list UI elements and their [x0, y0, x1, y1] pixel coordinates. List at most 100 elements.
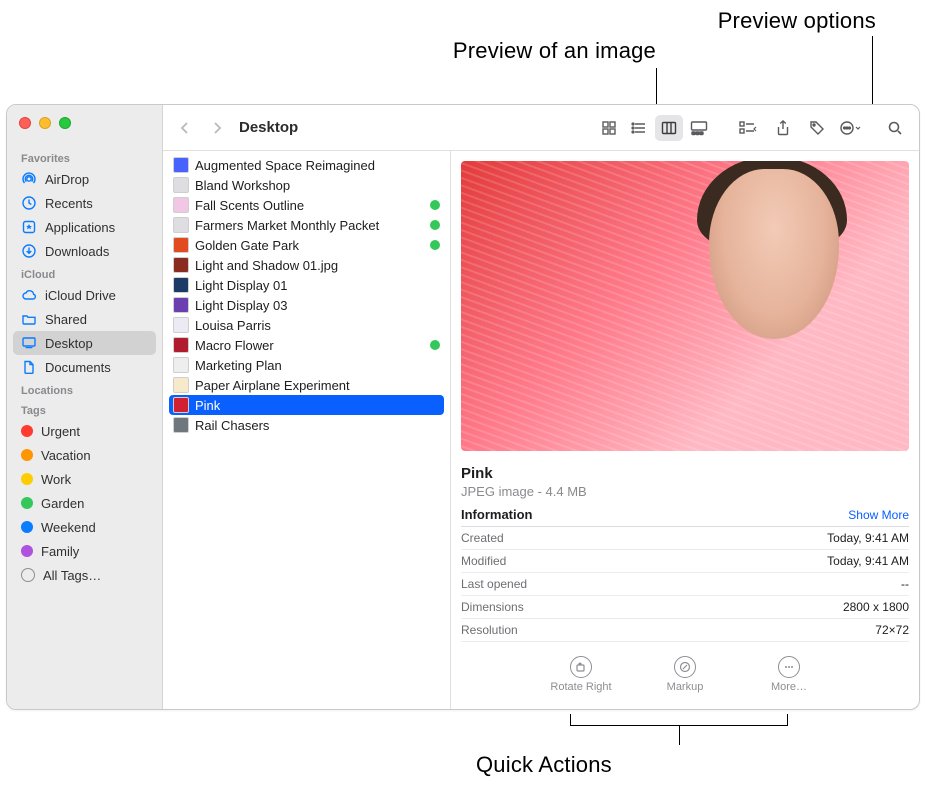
file-row[interactable]: Farmers Market Monthly Packet [163, 215, 450, 235]
file-thumbnail-icon [173, 337, 189, 353]
file-name-label: Louisa Parris [195, 318, 271, 333]
sidebar-item-airdrop[interactable]: AirDrop [7, 167, 162, 191]
sidebar-item-icloud-drive[interactable]: iCloud Drive [7, 283, 162, 307]
info-row-label: Modified [461, 554, 506, 568]
file-name-label: Rail Chasers [195, 418, 269, 433]
file-thumbnail-icon [173, 277, 189, 293]
file-row[interactable]: Golden Gate Park [163, 235, 450, 255]
sidebar-item-recents[interactable]: Recents [7, 191, 162, 215]
file-name-label: Pink [195, 398, 220, 413]
info-row-value: Today, 9:41 AM [827, 554, 909, 568]
file-row[interactable]: Macro Flower [163, 335, 450, 355]
file-row[interactable]: Light Display 01 [163, 275, 450, 295]
sidebar-tag-all[interactable]: All Tags… [7, 563, 162, 587]
file-row[interactable]: Rail Chasers [163, 415, 450, 435]
tag-indicator-icon [430, 200, 440, 210]
sidebar-item-desktop[interactable]: Desktop [13, 331, 156, 355]
quick-action-button[interactable]: Rotate Right [546, 656, 616, 693]
file-thumbnail-icon [173, 257, 189, 273]
clock-icon [21, 195, 37, 211]
sidebar-tag-vacation[interactable]: Vacation [7, 443, 162, 467]
sidebar-tag-weekend[interactable]: Weekend [7, 515, 162, 539]
file-thumbnail-icon [173, 217, 189, 233]
show-more-link[interactable]: Show More [848, 508, 909, 522]
file-name-label: Augmented Space Reimagined [195, 158, 375, 173]
maximize-button[interactable] [59, 117, 71, 129]
file-row[interactable]: Pink [169, 395, 444, 415]
file-row[interactable]: Fall Scents Outline [163, 195, 450, 215]
callout-preview-image: Preview of an image [453, 38, 656, 64]
file-thumbnail-icon [173, 297, 189, 313]
file-name-label: Farmers Market Monthly Packet [195, 218, 379, 233]
file-thumbnail-icon [173, 317, 189, 333]
file-row[interactable]: Marketing Plan [163, 355, 450, 375]
sidebar-item-shared[interactable]: Shared [7, 307, 162, 331]
view-mode-group [595, 115, 713, 141]
sidebar-tag-family[interactable]: Family [7, 539, 162, 563]
file-name-label: Macro Flower [195, 338, 274, 353]
column-view-button[interactable] [655, 115, 683, 141]
file-row[interactable]: Paper Airplane Experiment [163, 375, 450, 395]
group-by-button[interactable] [735, 115, 763, 141]
forward-button[interactable] [203, 115, 231, 141]
sidebar-item-label: Desktop [45, 336, 93, 351]
applications-icon [21, 219, 37, 235]
document-icon [21, 359, 37, 375]
cloud-icon [21, 287, 37, 303]
preview-file-subtitle: JPEG image - 4.4 MB [461, 484, 909, 499]
close-button[interactable] [19, 117, 31, 129]
sidebar-item-label: AirDrop [45, 172, 89, 187]
info-row-label: Created [461, 531, 504, 545]
file-name-label: Golden Gate Park [195, 238, 299, 253]
preview-info-row: Dimensions2800 x 1800 [461, 596, 909, 619]
quick-action-icon [778, 656, 800, 678]
sidebar: Favorites AirDrop Recents Applications D… [7, 105, 163, 709]
quick-action-button[interactable]: More… [754, 656, 824, 693]
downloads-icon [21, 243, 37, 259]
tag-dot-icon [21, 449, 33, 461]
share-button[interactable] [769, 115, 797, 141]
file-row[interactable]: Augmented Space Reimagined [163, 155, 450, 175]
icon-view-button[interactable] [595, 115, 623, 141]
gallery-view-button[interactable] [685, 115, 713, 141]
file-row[interactable]: Bland Workshop [163, 175, 450, 195]
file-name-label: Light Display 01 [195, 278, 288, 293]
preview-info-row: Created Today, 9:41 AM [461, 527, 909, 550]
back-button[interactable] [171, 115, 199, 141]
file-column: Augmented Space Reimagined Bland Workshop… [163, 151, 451, 709]
info-row-value: Today, 9:41 AM [827, 531, 909, 545]
sidebar-heading-favorites: Favorites [7, 147, 162, 167]
info-row-value: 72×72 [875, 623, 909, 637]
more-actions-button[interactable] [837, 115, 865, 141]
file-row[interactable]: Light and Shadow 01.jpg [163, 255, 450, 275]
info-row-label: Dimensions [461, 600, 524, 614]
edit-tags-button[interactable] [803, 115, 831, 141]
minimize-button[interactable] [39, 117, 51, 129]
quick-action-label: More… [771, 681, 807, 693]
desktop-icon [21, 335, 37, 351]
sidebar-heading-locations: Locations [7, 379, 162, 399]
file-row[interactable]: Louisa Parris [163, 315, 450, 335]
sidebar-heading-icloud: iCloud [7, 263, 162, 283]
sidebar-tag-urgent[interactable]: Urgent [7, 419, 162, 443]
file-thumbnail-icon [173, 397, 189, 413]
sidebar-tag-garden[interactable]: Garden [7, 491, 162, 515]
sidebar-item-downloads[interactable]: Downloads [7, 239, 162, 263]
file-name-label: Light Display 03 [195, 298, 288, 313]
list-view-button[interactable] [625, 115, 653, 141]
file-row[interactable]: Light Display 03 [163, 295, 450, 315]
sidebar-item-label: Urgent [41, 424, 80, 439]
quick-action-button[interactable]: Markup [650, 656, 720, 693]
preview-info-row: Last opened-- [461, 573, 909, 596]
sidebar-item-documents[interactable]: Documents [7, 355, 162, 379]
tag-dot-icon [21, 497, 33, 509]
callout-quick-actions: Quick Actions [476, 752, 612, 778]
sidebar-item-label: Vacation [41, 448, 91, 463]
quick-actions-bar: Rotate Right Markup More… [461, 656, 909, 693]
sidebar-tag-work[interactable]: Work [7, 467, 162, 491]
sidebar-item-applications[interactable]: Applications [7, 215, 162, 239]
preview-file-title: Pink [461, 465, 909, 482]
sidebar-item-label: All Tags… [43, 568, 101, 583]
search-button[interactable] [881, 115, 909, 141]
tag-dot-icon [21, 473, 33, 485]
